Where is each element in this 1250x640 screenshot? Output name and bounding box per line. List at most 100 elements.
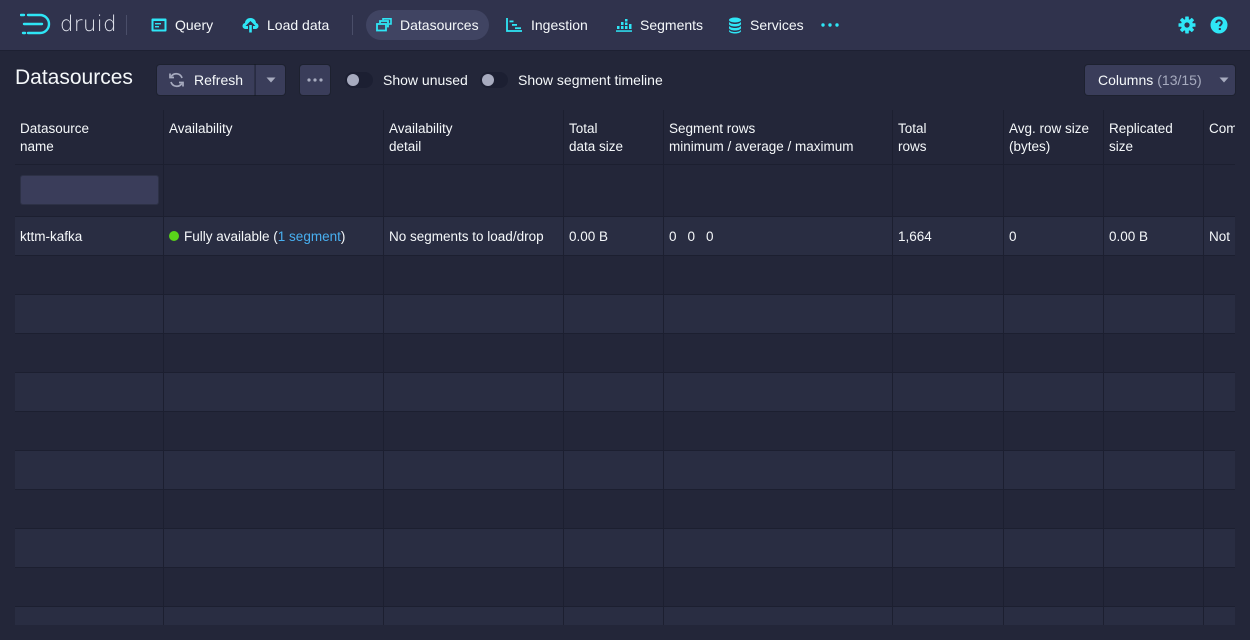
empty-cell: [15, 334, 164, 372]
refresh-label: Refresh: [194, 72, 244, 88]
refresh-options-button[interactable]: [255, 65, 285, 95]
empty-cell: [564, 373, 664, 411]
empty-table-row: [15, 256, 1235, 295]
column-header-total-data-size[interactable]: Total data size: [564, 110, 664, 165]
nav-item-load-data[interactable]: Load data: [232, 10, 339, 40]
show-segment-timeline-switch[interactable]: Show segment timeline: [480, 71, 663, 89]
nav-item-label: Services: [750, 17, 804, 33]
caret-down-icon: [266, 77, 275, 83]
empty-cell: [564, 412, 664, 450]
column-header-avg-row-size[interactable]: Avg. row size (bytes): [1004, 110, 1104, 165]
druid-logo[interactable]: druid: [20, 11, 117, 37]
cell-availability-detail: No segments to load/drop: [384, 217, 564, 255]
empty-cell: [893, 529, 1004, 567]
cell-datasource-name[interactable]: kttm-kafka: [15, 217, 164, 255]
header-line: (bytes): [1009, 139, 1051, 154]
segment-rows-avg: 0: [687, 228, 696, 244]
empty-cell: [664, 529, 893, 567]
empty-table-row: [15, 412, 1235, 451]
header-line: name: [20, 139, 54, 154]
empty-cell: [664, 568, 893, 606]
empty-cell: [164, 256, 384, 294]
header-line: Total: [569, 121, 598, 136]
column-header-segment-rows[interactable]: Segment rows minimum / average / maximum: [664, 110, 893, 165]
empty-cell: [664, 490, 893, 528]
availability-suffix: ): [340, 228, 346, 244]
database-icon: [729, 17, 741, 33]
switch-knob: [347, 74, 359, 86]
filter-cell: [1204, 165, 1235, 217]
empty-cell: [1104, 373, 1204, 411]
column-header-availability[interactable]: Availability: [164, 110, 384, 165]
columns-label: Columns: [1098, 72, 1154, 88]
empty-table-row: [15, 607, 1235, 625]
more-icon: [307, 78, 323, 82]
header-line: Segment rows: [669, 121, 756, 136]
refresh-button[interactable]: Refresh: [157, 65, 255, 95]
empty-cell: [164, 490, 384, 528]
table-row[interactable]: kttm-kafka Fully available ( 1 segment )…: [15, 217, 1235, 256]
empty-cell: [1104, 334, 1204, 372]
nav-item-label: Segments: [640, 17, 704, 33]
table-header: Datasource name Availability Availability…: [15, 110, 1235, 165]
empty-cell: [664, 334, 893, 372]
header-line: rows: [898, 139, 927, 154]
header-line: size: [1109, 139, 1134, 154]
more-actions-button[interactable]: [300, 65, 330, 95]
empty-cell: [164, 451, 384, 489]
cell-compaction: Not: [1209, 228, 1231, 244]
switch-track[interactable]: [345, 72, 373, 88]
empty-cell: [1204, 295, 1235, 333]
datasource-name-filter-input[interactable]: [20, 175, 159, 205]
settings-button[interactable]: [1176, 14, 1198, 36]
more-nav-button[interactable]: [819, 14, 841, 36]
nav-item-ingestion[interactable]: Ingestion: [496, 10, 598, 40]
page-title: Datasources: [15, 66, 133, 89]
empty-cell: [1104, 451, 1204, 489]
empty-cell: [15, 490, 164, 528]
filter-cell: [1004, 165, 1104, 217]
top-navbar: druid Query Load data Datasources Ingest…: [0, 0, 1250, 50]
nav-item-segments[interactable]: Segments: [606, 10, 713, 40]
filter-cell: [164, 165, 384, 217]
filter-cell: [384, 165, 564, 217]
empty-cell: [1104, 568, 1204, 606]
empty-cell: [564, 256, 664, 294]
header-line: Availability: [169, 121, 233, 136]
header-line: Avg. row size: [1009, 121, 1090, 136]
empty-cell: [1104, 295, 1204, 333]
column-header-datasource-name[interactable]: Datasource name: [15, 110, 164, 165]
empty-cell: [1204, 607, 1235, 625]
column-header-availability-detail[interactable]: Availability detail: [384, 110, 564, 165]
empty-cell: [1004, 334, 1104, 372]
nav-item-datasources[interactable]: Datasources: [366, 10, 489, 40]
show-unused-switch[interactable]: Show unused: [345, 71, 468, 89]
nav-item-label: Query: [175, 17, 214, 33]
help-button[interactable]: [1208, 14, 1230, 36]
nav-item-services[interactable]: Services: [718, 10, 814, 40]
header-line: minimum / average / maximum: [669, 139, 854, 154]
column-header-compaction[interactable]: Com: [1204, 110, 1235, 165]
empty-cell: [15, 256, 164, 294]
empty-cell: [1004, 568, 1104, 606]
empty-cell: [15, 607, 164, 625]
nav-item-query[interactable]: Query: [141, 10, 223, 40]
column-header-replicated-size[interactable]: Replicated size: [1104, 110, 1204, 165]
refresh-icon: [169, 72, 184, 88]
empty-cell: [1104, 490, 1204, 528]
header-line: Replicated: [1109, 121, 1173, 136]
nav-item-label: Datasources: [400, 17, 479, 33]
columns-picker-button[interactable]: Columns (13/15): [1085, 65, 1235, 95]
empty-cell: [15, 412, 164, 450]
column-header-total-rows[interactable]: Total rows: [893, 110, 1004, 165]
empty-table-row: [15, 334, 1235, 373]
empty-cell: [15, 373, 164, 411]
empty-cell: [384, 451, 564, 489]
switch-track[interactable]: [480, 72, 508, 88]
empty-cell: [893, 490, 1004, 528]
more-icon: [821, 23, 839, 27]
segments-link[interactable]: 1 segment: [278, 229, 341, 244]
nav-divider: [352, 15, 353, 35]
empty-cell: [1104, 256, 1204, 294]
empty-cell: [893, 334, 1004, 372]
